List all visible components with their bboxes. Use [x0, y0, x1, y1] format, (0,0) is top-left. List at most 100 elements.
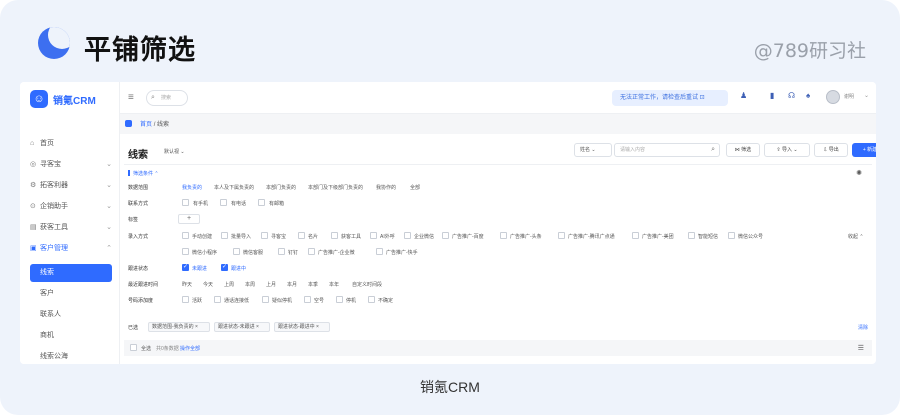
- checkbox[interactable]: [370, 232, 377, 239]
- avatar[interactable]: [826, 90, 840, 104]
- checkbox-label: 企业微信: [414, 234, 435, 240]
- toolbox-icon: ▤: [30, 224, 37, 231]
- filter-option[interactable]: 我负责的: [182, 184, 202, 191]
- sidebar-subitem-opportunities[interactable]: 商机: [30, 327, 112, 345]
- user-add-icon[interactable]: ♟: [740, 91, 747, 100]
- checkbox[interactable]: [331, 232, 338, 239]
- slide-frame: 平铺筛选 @789研习社 ☺ 销氪CRM ⌂ 首页 ◎ 寻客宝 ⌄ ⚙ 拓客利器…: [0, 0, 900, 415]
- feature-title: 平铺筛选: [84, 35, 196, 66]
- checkbox[interactable]: [262, 296, 269, 303]
- sidebar-item-home[interactable]: ⌂ 首页: [20, 134, 120, 154]
- username[interactable]: 谢明: [844, 93, 854, 100]
- filter-option[interactable]: 本周: [245, 281, 255, 288]
- checkbox-label: 广告推广-腾讯广点通: [568, 234, 615, 240]
- checkbox[interactable]: [182, 248, 189, 255]
- sidebar-subitem-lead-pool[interactable]: 线索公海: [30, 348, 112, 364]
- new-button[interactable]: + 新建: [852, 143, 876, 157]
- filter-option[interactable]: 上月: [266, 281, 276, 288]
- gear-icon[interactable]: ✺: [856, 169, 862, 177]
- checkbox-checked[interactable]: [221, 263, 228, 271]
- checkbox-checked[interactable]: [182, 263, 189, 271]
- filter-option[interactable]: 昨天: [182, 281, 192, 288]
- table-header-bar: 全选 共0条数据 操作全部 ☰: [124, 340, 872, 356]
- notice-banner[interactable]: 无法正常工作，请检查后重试 ⊡: [612, 90, 728, 106]
- checkbox-label: 通话连接低: [224, 298, 250, 304]
- filter-option[interactable]: 本部门及下级部门负责的: [308, 184, 363, 191]
- collapse-toggle[interactable]: 收起 ⌃: [848, 233, 864, 240]
- sidebar-subitem-customers[interactable]: 客户: [30, 285, 112, 303]
- checkbox[interactable]: [728, 232, 735, 239]
- search-icon[interactable]: ⌕: [711, 144, 715, 156]
- checkbox[interactable]: [632, 232, 639, 239]
- search-input[interactable]: 请输入内容 ⌕: [614, 143, 720, 157]
- checkbox-label: 有手机: [193, 201, 209, 207]
- checkbox[interactable]: [182, 296, 189, 303]
- filter-option[interactable]: 自定义时间段: [352, 281, 382, 288]
- sidebar-item-assistant[interactable]: ⊙ 企销助手 ⌄: [20, 197, 120, 217]
- filter-option[interactable]: 我协作的: [376, 184, 396, 191]
- chevron-down-icon[interactable]: ⌄: [864, 92, 869, 99]
- filter-row-recent-followup: 最近跟进时间 昨天 今天 上周 本周 上月 本月 本季 本年 自定义时间段: [128, 279, 868, 291]
- checkbox[interactable]: [221, 232, 228, 239]
- checkbox[interactable]: [336, 296, 343, 303]
- filter-option[interactable]: 本年: [329, 281, 339, 288]
- import-button[interactable]: ⇪ 导入 ⌄: [764, 143, 810, 157]
- checkbox[interactable]: [304, 296, 311, 303]
- checkbox[interactable]: [182, 232, 189, 239]
- sidebar-item-tuoke[interactable]: ⚙ 拓客利器 ⌄: [20, 176, 120, 196]
- filter-option[interactable]: 本季: [308, 281, 318, 288]
- global-search-input[interactable]: ⌕ 搜索: [146, 90, 188, 106]
- operate-all-link[interactable]: 操作全部: [180, 345, 200, 352]
- filter-tag[interactable]: 数据范围-我负责的 ×: [148, 322, 210, 332]
- columns-icon[interactable]: ☰: [858, 344, 864, 352]
- checkbox-label: AI外呼: [380, 234, 395, 240]
- filter-option[interactable]: 今天: [203, 281, 213, 288]
- headset-icon[interactable]: ☊: [788, 91, 795, 100]
- checkbox[interactable]: [558, 232, 565, 239]
- breadcrumb: 首页 / 线索: [120, 114, 876, 134]
- checkbox[interactable]: [298, 232, 305, 239]
- filter-option[interactable]: 全部: [410, 184, 420, 191]
- bell-icon[interactable]: ♠: [806, 91, 810, 100]
- filter-option[interactable]: 本月: [287, 281, 297, 288]
- checkbox[interactable]: [258, 199, 265, 206]
- checkbox[interactable]: [261, 232, 268, 239]
- export-button[interactable]: ⇩ 导出: [814, 143, 848, 157]
- checkbox[interactable]: [308, 248, 315, 255]
- filter-label: 标签: [128, 217, 139, 223]
- checkbox[interactable]: [220, 199, 227, 206]
- checkbox[interactable]: [404, 232, 411, 239]
- checkbox[interactable]: [368, 296, 375, 303]
- filter-section-toggle[interactable]: 筛选条件 ⌃: [128, 170, 159, 177]
- breadcrumb-home[interactable]: 首页: [140, 122, 152, 128]
- filter-tag[interactable]: 跟进状态-跟进中 ×: [274, 322, 330, 332]
- checkbox[interactable]: [214, 296, 221, 303]
- checkbox[interactable]: [233, 248, 240, 255]
- sidebar-item-customer-mgmt[interactable]: ▣ 客户管理 ⌃: [20, 239, 120, 259]
- chevron-up-icon: ⌃: [106, 245, 112, 252]
- filter-option[interactable]: 本部门负责的: [266, 184, 296, 191]
- checkbox-label: 钉钉: [288, 250, 299, 256]
- menu-icon[interactable]: ≡: [128, 92, 134, 103]
- checkbox[interactable]: [278, 248, 285, 255]
- view-select[interactable]: 默认视 ⌄: [164, 148, 185, 155]
- checkbox[interactable]: [182, 199, 189, 206]
- book-icon[interactable]: ▮: [770, 91, 774, 100]
- checkbox[interactable]: [442, 232, 449, 239]
- checkbox[interactable]: [376, 248, 383, 255]
- checkbox[interactable]: [688, 232, 695, 239]
- filter-option[interactable]: 本人及下属负责的: [214, 184, 254, 191]
- filter-tag[interactable]: 跟进状态-未跟进 ×: [214, 322, 270, 332]
- sidebar-subitem-contacts[interactable]: 联系人: [30, 306, 112, 324]
- search-field-select[interactable]: 姓名 ⌄: [574, 143, 612, 157]
- checkbox[interactable]: [500, 232, 507, 239]
- sidebar-item-huoke[interactable]: ▤ 获客工具 ⌄: [20, 218, 120, 238]
- filter-option[interactable]: 上周: [224, 281, 234, 288]
- filter-button[interactable]: ⋈ 筛选: [726, 143, 760, 157]
- sidebar-item-xunkebao[interactable]: ◎ 寻客宝 ⌄: [20, 155, 120, 175]
- add-tag-button[interactable]: +: [178, 214, 200, 224]
- sidebar-subitem-leads[interactable]: 线索: [30, 264, 112, 282]
- select-all-checkbox[interactable]: [130, 344, 137, 351]
- clear-filters-link[interactable]: 清除: [858, 324, 868, 331]
- filter-row-contact: 联系方式 有手机 有电话 有邮箱: [128, 198, 868, 210]
